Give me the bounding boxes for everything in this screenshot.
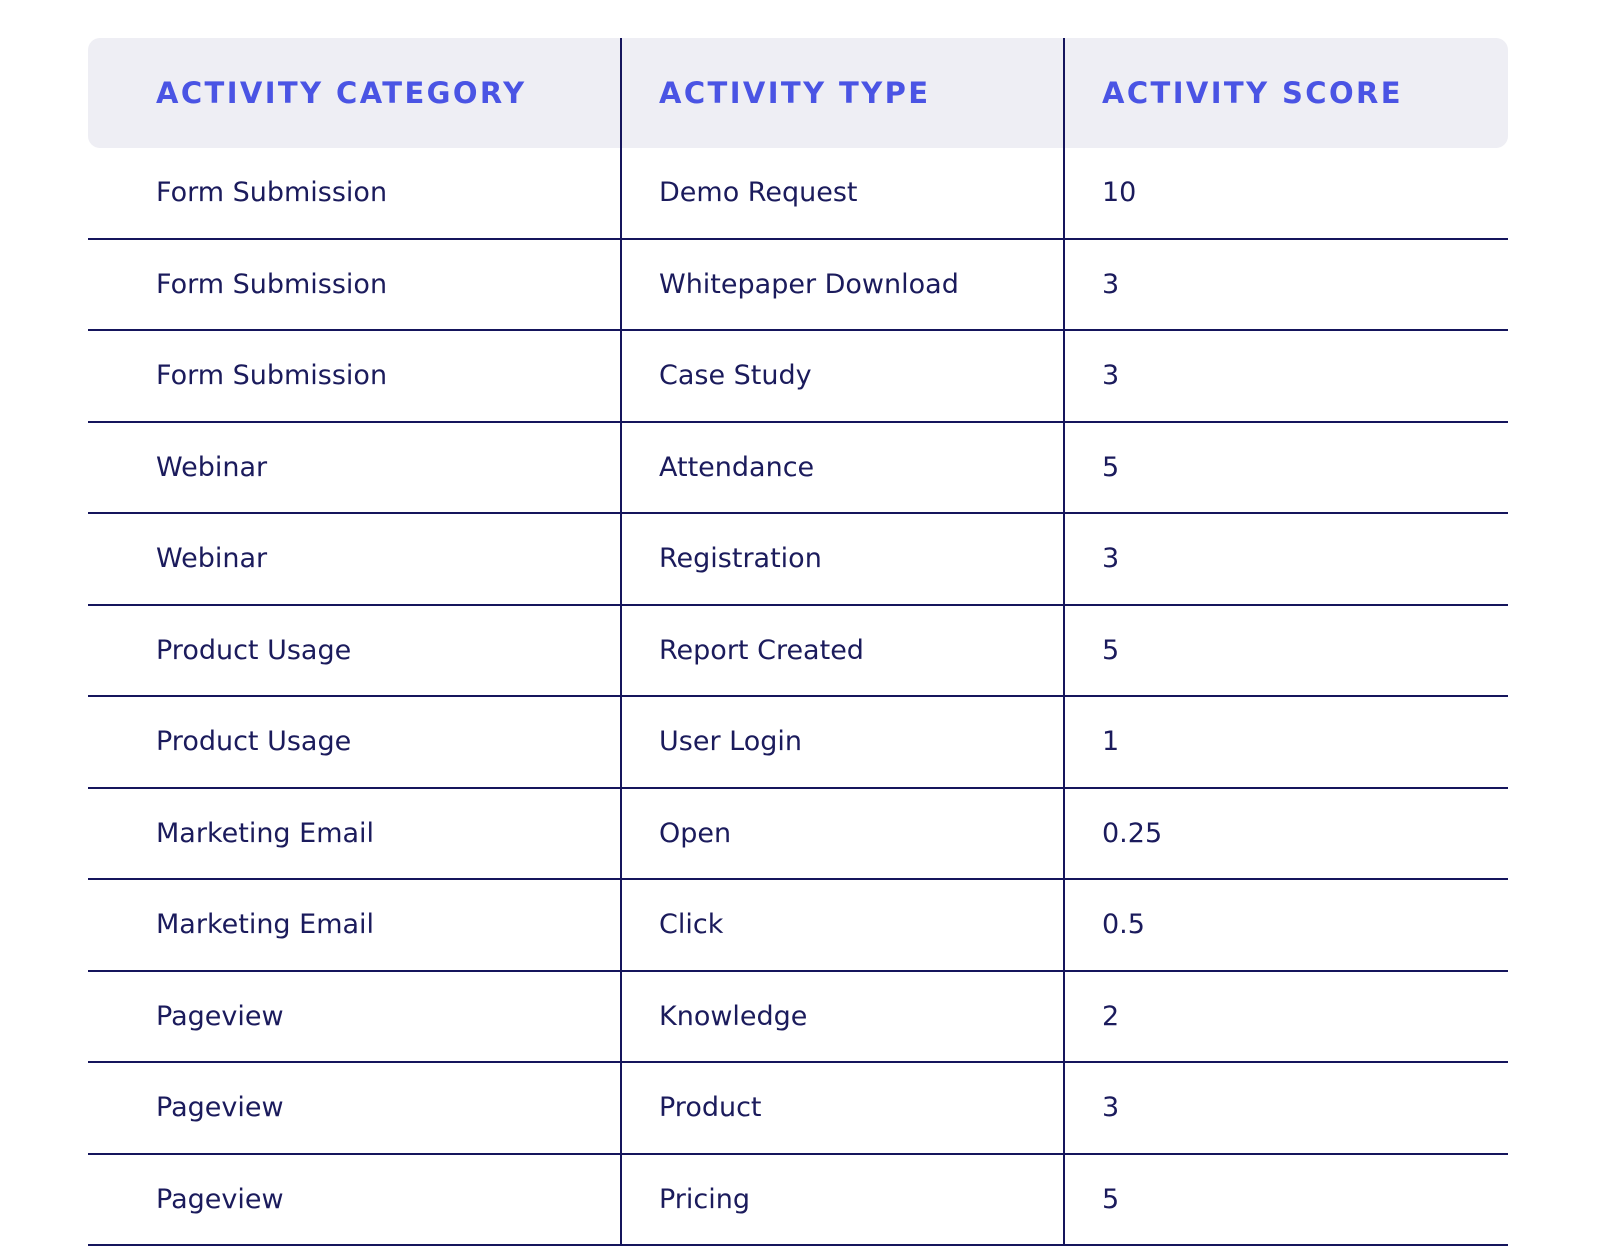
table-row: Form Submission Case Study 3 [88, 331, 1508, 423]
cell-activity-score: 10 [1063, 148, 1508, 238]
table-row: Pageview Product 3 [88, 1063, 1508, 1155]
table-row: Form Submission Demo Request 10 [88, 148, 1508, 240]
cell-activity-type: Open [620, 788, 1063, 878]
cell-activity-score: 3 [1063, 239, 1508, 329]
cell-activity-category: Form Submission [156, 177, 388, 209]
cell-activity-type: Pricing [620, 1154, 1063, 1244]
cell-activity-score: 0.5 [1063, 880, 1508, 970]
cell-activity-score: 0.25 [1063, 788, 1508, 878]
cell-activity-category: Pageview [156, 1183, 284, 1215]
cell-activity-type: Attendance [620, 422, 1063, 512]
table-row: Webinar Registration 3 [88, 514, 1508, 606]
cell-activity-score: 5 [1063, 1154, 1508, 1244]
cell-activity-type: Whitepaper Download [620, 239, 1063, 329]
table-header-row: Activity Category Activity Type Activity… [88, 38, 1508, 148]
cell-activity-type: Demo Request [620, 148, 1063, 238]
cell-activity-category: Product Usage [156, 634, 352, 666]
cell-activity-score: 5 [1063, 422, 1508, 512]
table-row: Webinar Attendance 5 [88, 422, 1508, 514]
cell-activity-type: User Login [620, 697, 1063, 787]
table-row: Marketing Email Open 0.25 [88, 788, 1508, 880]
cell-activity-category: Webinar [156, 451, 268, 483]
cell-activity-type: Product [620, 1063, 1063, 1153]
cell-activity-score: 3 [1063, 1063, 1508, 1153]
cell-activity-category: Pageview [156, 1000, 284, 1032]
cell-activity-type: Knowledge [620, 971, 1063, 1061]
cell-activity-type: Registration [620, 514, 1063, 604]
cell-activity-score: 3 [1063, 514, 1508, 604]
table-row: Product Usage User Login 1 [88, 697, 1508, 789]
cell-activity-type: Click [620, 880, 1063, 970]
cell-activity-score: 1 [1063, 697, 1508, 787]
cell-activity-category: Pageview [156, 1092, 284, 1124]
table-row: Marketing Email Click 0.5 [88, 880, 1508, 972]
cell-activity-score: 5 [1063, 605, 1508, 695]
cell-activity-category: Marketing Email [156, 909, 375, 941]
cell-activity-category: Marketing Email [156, 817, 375, 849]
column-header-activity-type[interactable]: Activity Type [620, 38, 1063, 148]
table-row: Form Submission Whitepaper Download 3 [88, 239, 1508, 331]
cell-activity-category: Webinar [156, 543, 268, 575]
cell-activity-category: Form Submission [156, 268, 388, 300]
cell-activity-score: 2 [1063, 971, 1508, 1061]
activity-score-table: Activity Category Activity Type Activity… [88, 38, 1508, 1246]
cell-activity-score: 3 [1063, 331, 1508, 421]
table-body: Form Submission Demo Request 10 Form Sub… [88, 148, 1508, 1246]
cell-activity-type: Report Created [620, 605, 1063, 695]
table-row: Pageview Knowledge 2 [88, 971, 1508, 1063]
table-row: Product Usage Report Created 5 [88, 605, 1508, 697]
table-row: Pageview Pricing 5 [88, 1154, 1508, 1246]
cell-activity-category: Form Submission [156, 360, 388, 392]
column-header-activity-category[interactable]: Activity Category [88, 38, 620, 148]
cell-activity-type: Case Study [620, 331, 1063, 421]
column-header-activity-score[interactable]: Activity Score [1063, 38, 1508, 148]
cell-activity-category: Product Usage [156, 726, 352, 758]
